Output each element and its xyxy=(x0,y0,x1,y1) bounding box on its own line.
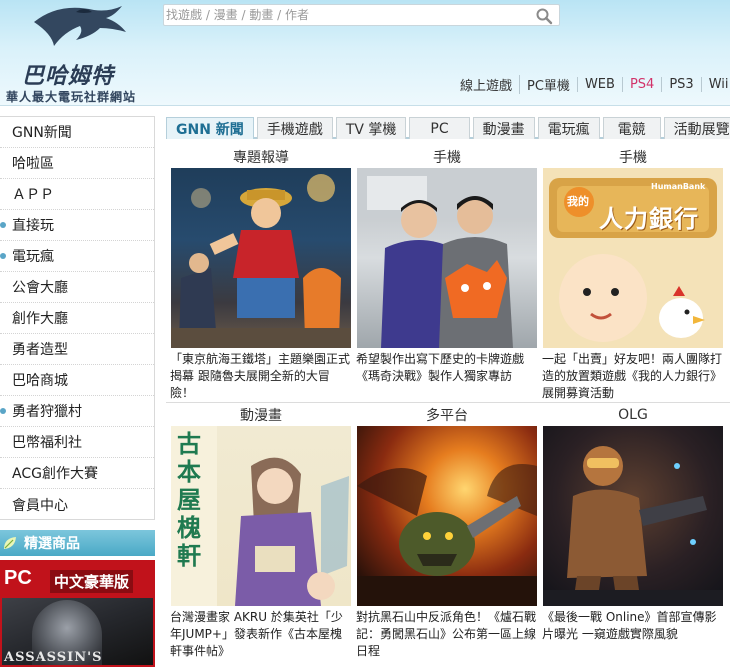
site-logo[interactable]: 巴哈姆特 華人最大電玩社群網站 xyxy=(4,2,154,104)
tab-anime-comics[interactable]: 動漫畫 xyxy=(472,117,535,139)
platform-link-ps4[interactable]: PS4 xyxy=(621,76,661,92)
sidebar-item-label: 創作大廳 xyxy=(12,311,68,327)
news-grid: 專題報導 「東京航海王鐵塔」主題樂園正式揭幕 跟隨魯夫展開全新的大冒險！ 手機 … xyxy=(166,140,730,667)
news-image[interactable] xyxy=(357,168,537,348)
news-category[interactable]: 手機 xyxy=(540,146,726,168)
tab-pc[interactable]: PC xyxy=(409,117,470,139)
platform-link-pc[interactable]: PC單機 xyxy=(519,74,577,94)
bullet-icon xyxy=(0,222,6,228)
tab-mobile-games[interactable]: 手機遊戲 xyxy=(256,117,333,139)
image-brand: HumanBank xyxy=(651,182,706,191)
tab-gnn-news[interactable]: GNN 新聞 xyxy=(166,117,254,139)
news-category[interactable]: 專題報導 xyxy=(168,146,354,168)
sidebar-nav: GNN新聞 哈啦區 ＡＰＰ 直接玩 電玩瘋 公會大廳 創作大廳 勇者造型 巴哈商… xyxy=(0,116,155,520)
news-caption[interactable]: 希望製作出寫下歷史的卡牌遊戲《瑪奇決戰》製作人獨家專訪 xyxy=(354,348,540,404)
logo-wordmark: 巴哈姆特 xyxy=(22,63,115,89)
news-card[interactable]: 多平台 對抗黑石山中反派角色！《爐石戰記：勇闖黑石山》公布第一區上線日程 xyxy=(354,404,540,662)
tab-esports[interactable]: 電競 xyxy=(602,117,661,139)
sidebar-item-label: 巴哈商城 xyxy=(12,373,68,389)
news-caption[interactable]: 《最後一戰 Online》首部宣傳影片曝光 一窺遊戲實際風貌 xyxy=(540,606,726,662)
tab-video[interactable]: 電玩瘋 xyxy=(537,117,600,139)
news-category[interactable]: OLG xyxy=(540,404,726,426)
news-image[interactable]: 我的 人力銀行 HumanBank xyxy=(543,168,723,348)
news-category[interactable]: 多平台 xyxy=(354,404,540,426)
bullet-icon xyxy=(0,253,6,259)
developers-photo-image xyxy=(357,168,537,348)
news-tabs: GNN 新聞 手機遊戲 TV 掌機 PC 動漫畫 電玩瘋 電競 活動展覽 xyxy=(166,117,730,139)
platform-link-wii[interactable]: Wii xyxy=(700,76,730,92)
news-card[interactable]: 專題報導 「東京航海王鐵塔」主題樂園正式揭幕 跟隨魯夫展開全新的大冒險！ xyxy=(168,146,354,404)
featured-products-title: 精選商品 xyxy=(24,536,80,552)
site-header: 巴哈姆特 華人最大電玩社群網站 線上遊戲 PC單機 WEB PS4 PS3 Wi… xyxy=(0,0,730,106)
featured-products-header: 精選商品 xyxy=(0,530,155,556)
banner-game-title: ASSASSIN'S xyxy=(4,650,103,665)
sidebar-item-video[interactable]: 電玩瘋 xyxy=(0,241,154,272)
search-icon[interactable] xyxy=(535,7,553,25)
banner-edition-label: 中文豪華版 xyxy=(50,570,134,593)
news-caption[interactable]: 「東京航海王鐵塔」主題樂園正式揭幕 跟隨魯夫展開全新的大冒險！ xyxy=(168,348,354,404)
news-caption[interactable]: 台灣漫畫家 AKRU 於集英社「少年JUMP+」發表新作《古本屋槐軒事件帖》 xyxy=(168,606,354,662)
search-box xyxy=(163,4,560,26)
sidebar-item-label: 勇者造型 xyxy=(12,342,68,358)
sidebar-item-forum[interactable]: 哈啦區 xyxy=(0,148,154,179)
sidebar-item-label: ACG創作大賽 xyxy=(12,466,98,482)
sidebar-item-play[interactable]: 直接玩 xyxy=(0,210,154,241)
news-image[interactable]: 古本屋槐軒 xyxy=(171,426,351,606)
image-title-badge: 我的 xyxy=(567,195,589,208)
bullet-icon xyxy=(0,408,6,414)
sidebar-item-label: 哈啦區 xyxy=(12,156,54,172)
halo-online-image xyxy=(543,446,723,606)
news-caption[interactable]: 對抗黑石山中反派角色！《爐石戰記：勇闖黑石山》公布第一區上線日程 xyxy=(354,606,540,662)
sidebar-item-avatar[interactable]: 勇者造型 xyxy=(0,334,154,365)
news-card[interactable]: 手機 希望製作出寫下歷史的卡牌遊戲《瑪奇決戰》製作人獨家專訪 xyxy=(354,146,540,404)
search-input[interactable] xyxy=(166,6,526,24)
news-image[interactable] xyxy=(357,426,537,606)
logo-slogan: 華人最大電玩社群網站 xyxy=(6,90,137,104)
dragon-logo-icon xyxy=(34,6,126,46)
news-card[interactable]: 手機 我的 人力銀行 HumanBank 一起「出賣」好友吧！兩人團隊打造的放置… xyxy=(540,146,726,404)
manga-title-vertical: 古本屋槐軒 xyxy=(177,429,201,570)
news-image[interactable] xyxy=(543,426,723,606)
sidebar-item-shop[interactable]: 巴哈商城 xyxy=(0,365,154,396)
sidebar-item-label: 巴幣福利社 xyxy=(12,435,82,451)
featured-product-banner[interactable]: PC 中文豪華版 ASSASSIN'S xyxy=(0,560,155,667)
banner-platform-label: PC xyxy=(4,567,32,589)
sidebar-item-member[interactable]: 會員中心 xyxy=(0,489,154,520)
sidebar-item-gnn[interactable]: GNN新聞 xyxy=(0,117,154,148)
sidebar-item-acg-contest[interactable]: ACG創作大賽 xyxy=(0,458,154,489)
blackrock-mountain-image xyxy=(357,464,537,606)
row-divider xyxy=(166,402,730,403)
sidebar-item-label: 直接玩 xyxy=(12,218,54,234)
tab-tv-handheld[interactable]: TV 掌機 xyxy=(335,117,407,139)
sidebar-item-creation[interactable]: 創作大廳 xyxy=(0,303,154,334)
sidebar-item-hunting[interactable]: 勇者狩獵村 xyxy=(0,396,154,427)
news-card[interactable]: 動漫畫 古本屋槐軒 台灣漫畫家 AKRU 於集英社「少年JUMP+」發表新作《古… xyxy=(168,404,354,662)
image-main-title: 人力銀行 xyxy=(599,205,699,233)
sidebar-item-label: 公會大廳 xyxy=(12,280,68,296)
leaf-icon xyxy=(4,537,16,549)
sidebar-item-label: GNN新聞 xyxy=(12,125,72,141)
platform-link-ps3[interactable]: PS3 xyxy=(661,76,700,92)
one-piece-figures-image xyxy=(171,174,351,348)
sidebar-item-label: ＡＰＰ xyxy=(12,187,54,203)
platform-nav: 線上遊戲 PC單機 WEB PS4 PS3 Wii xyxy=(453,74,730,94)
sidebar-item-app[interactable]: ＡＰＰ xyxy=(0,179,154,210)
tab-events[interactable]: 活動展覽 xyxy=(663,117,730,139)
news-caption[interactable]: 一起「出賣」好友吧！兩人團隊打造的放置類遊戲《我的人力銀行》展開募資活動 xyxy=(540,348,726,404)
news-category[interactable]: 手機 xyxy=(354,146,540,168)
sidebar-item-label: 電玩瘋 xyxy=(12,249,54,265)
sidebar-item-label: 會員中心 xyxy=(12,497,68,514)
platform-link-web[interactable]: WEB xyxy=(576,76,622,92)
news-category[interactable]: 動漫畫 xyxy=(168,404,354,426)
sidebar-item-guild[interactable]: 公會大廳 xyxy=(0,272,154,303)
news-card[interactable]: OLG 《最後一戰 Online》首部宣傳影片曝光 一窺遊戲實際風貌 xyxy=(540,404,726,662)
sidebar-item-label: 勇者狩獵村 xyxy=(12,404,82,420)
sidebar-item-welfare[interactable]: 巴幣福利社 xyxy=(0,427,154,458)
platform-link-online[interactable]: 線上遊戲 xyxy=(453,75,519,94)
news-image[interactable] xyxy=(171,168,351,348)
